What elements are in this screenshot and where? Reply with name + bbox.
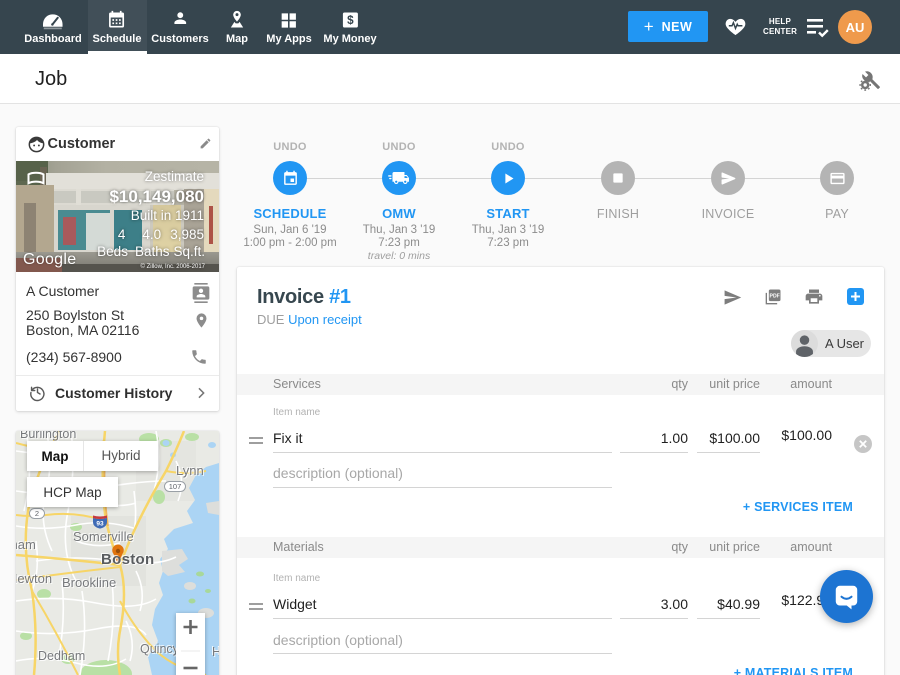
svg-text:PDF: PDF bbox=[770, 294, 780, 300]
svg-text:$: $ bbox=[347, 14, 354, 27]
svg-text:93: 93 bbox=[96, 521, 104, 528]
